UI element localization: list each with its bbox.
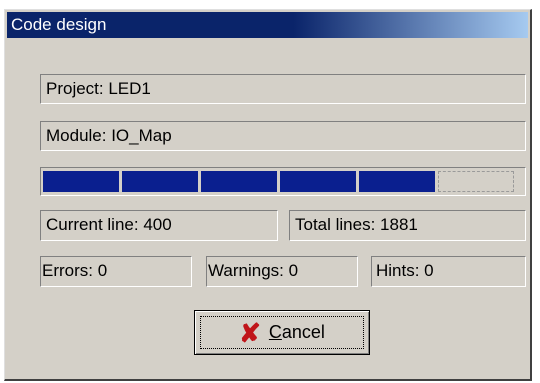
window-title: Code design <box>11 15 107 34</box>
progress-segment-filled <box>43 171 119 192</box>
progress-segment-filled <box>359 171 435 192</box>
hints-panel: Hints: 0 <box>371 256 526 287</box>
project-label: Project: LED1 <box>46 79 151 98</box>
total-lines-label: Total lines: 1881 <box>295 215 418 234</box>
module-panel: Module: IO_Map <box>40 121 526 151</box>
errors-label: Errors: 0 <box>42 261 108 280</box>
hints-label: Hints: 0 <box>376 261 434 280</box>
warnings-panel: Warnings: 0 <box>206 256 358 287</box>
cancel-button[interactable]: ✘ Cancel <box>194 310 370 355</box>
progress-segment-filled <box>280 171 356 192</box>
project-panel: Project: LED1 <box>40 74 526 104</box>
progress-segment-filled <box>201 171 277 192</box>
progress-bar <box>40 167 526 196</box>
current-line-panel: Current line: 400 <box>40 210 278 241</box>
progress-segment-filled <box>122 171 198 192</box>
title-bar[interactable]: Code design <box>7 12 528 38</box>
errors-panel: Errors: 0 <box>40 256 192 287</box>
code-design-dialog: Code design Project: LED1 Module: IO_Map… <box>4 9 532 381</box>
current-line-label: Current line: 400 <box>46 215 172 234</box>
focus-rect <box>200 316 364 349</box>
module-label: Module: IO_Map <box>46 126 172 145</box>
total-lines-panel: Total lines: 1881 <box>289 210 526 241</box>
warnings-label: Warnings: 0 <box>208 261 299 280</box>
progress-segment-empty <box>438 171 514 192</box>
